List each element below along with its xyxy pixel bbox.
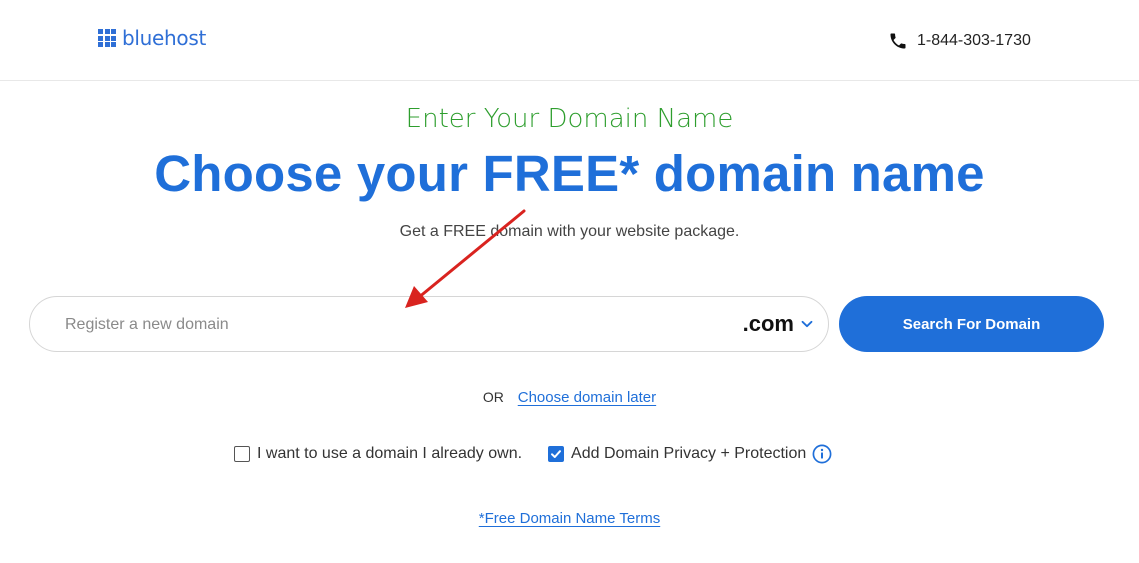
own-domain-option[interactable]: I want to use a domain I already own.	[234, 445, 522, 463]
phone-number: 1-844-303-1730	[917, 32, 1031, 49]
own-domain-checkbox[interactable]	[234, 446, 250, 462]
red-arrow-annotation	[405, 209, 526, 308]
chevron-down-icon	[801, 320, 813, 328]
domain-search-input[interactable]	[63, 297, 707, 353]
tld-select[interactable]: .com	[743, 309, 814, 339]
privacy-label: Add Domain Privacy + Protection	[571, 445, 807, 462]
or-text: OR	[482, 389, 504, 405]
logo-text: bluehost	[122, 26, 207, 50]
page-title: Choose your FREE* domain name	[154, 145, 985, 202]
eyebrow-heading: Enter Your Domain Name	[405, 104, 734, 134]
site-header: bluehost 1-844-303-1730	[0, 0, 1139, 81]
privacy-checkbox[interactable]	[548, 446, 565, 462]
search-domain-button[interactable]: Search For Domain	[839, 296, 1104, 352]
domain-search-box: .com	[29, 296, 829, 353]
info-icon[interactable]	[812, 444, 832, 464]
tld-value: .com	[742, 311, 794, 336]
alternative-row: OR Choose domain later	[0, 389, 1139, 406]
logo-grid-icon	[98, 29, 116, 47]
bluehost-logo[interactable]: bluehost	[98, 26, 206, 50]
domain-options: I want to use a domain I already own. Ad…	[234, 442, 832, 466]
terms-row: *Free Domain Name Terms	[0, 510, 1139, 528]
phone-link[interactable]: 1-844-303-1730	[888, 31, 1031, 51]
page: bluehost 1-844-303-1730 Enter Your Domai…	[0, 0, 1139, 563]
page-subtitle: Get a FREE domain with your website pack…	[399, 223, 740, 240]
checkmark-icon	[551, 450, 562, 458]
own-domain-label: I want to use a domain I already own.	[257, 445, 523, 462]
free-domain-terms-link[interactable]: *Free Domain Name Terms	[479, 510, 660, 527]
choose-domain-later-link[interactable]: Choose domain later	[518, 389, 656, 406]
phone-icon	[890, 33, 906, 49]
privacy-option[interactable]: Add Domain Privacy + Protection	[548, 445, 806, 463]
